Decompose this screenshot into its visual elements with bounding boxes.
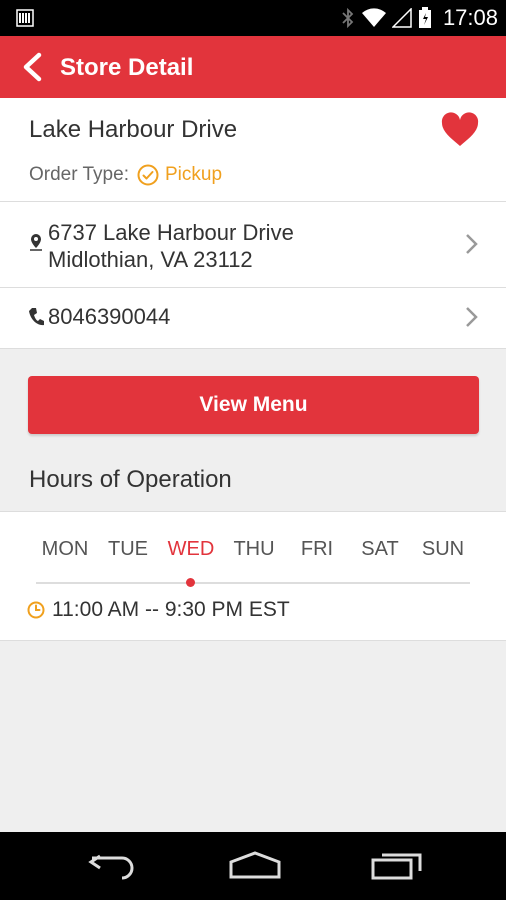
store-card: Lake Harbour Drive Order Type: Pickup 67… (0, 98, 506, 349)
location-pin-icon (30, 234, 42, 251)
bluetooth-icon (342, 7, 354, 29)
nav-back-icon[interactable] (88, 850, 138, 880)
selected-day-indicator (186, 578, 195, 587)
hours-card: MON TUE WED THU FRI SAT SUN 11:00 AM -- … (0, 511, 506, 641)
day-tab-thu[interactable]: THU (225, 538, 283, 561)
battery-icon (419, 7, 431, 28)
signal-icon (392, 8, 412, 28)
phone-icon (29, 308, 44, 326)
app-bar: Store Detail (0, 36, 506, 98)
status-bar: 17:08 (0, 0, 506, 36)
wifi-icon (362, 8, 386, 27)
day-tab-tue[interactable]: TUE (99, 538, 157, 561)
day-selector: MON TUE WED THU FRI SAT SUN (36, 538, 472, 561)
address-line-1: 6737 Lake Harbour Drive (48, 220, 294, 245)
day-track (36, 582, 470, 584)
store-name: Lake Harbour Drive (29, 116, 238, 143)
phone-row[interactable]: 8046390044 (0, 288, 506, 346)
page-title: Store Detail (60, 54, 194, 81)
chevron-right-icon (466, 307, 478, 327)
order-type-label: Order Type: (29, 164, 129, 185)
day-tab-fri[interactable]: FRI (288, 538, 346, 561)
address-row[interactable]: 6737 Lake Harbour Drive Midlothian, VA 2… (0, 201, 506, 287)
order-type-value: Pickup (164, 164, 223, 185)
address-text: 6737 Lake Harbour Drive Midlothian, VA 2… (48, 219, 294, 273)
system-nav-bar (0, 832, 506, 900)
hours-heading: Hours of Operation (29, 466, 232, 493)
sim-card-icon (16, 9, 34, 27)
nav-recents-icon[interactable] (370, 850, 424, 880)
hours-line: 11:00 AM -- 9:30 PM EST (27, 598, 290, 622)
order-type: Order Type: Pickup (29, 164, 222, 186)
view-menu-button[interactable]: View Menu (28, 376, 479, 434)
day-tab-sun[interactable]: SUN (414, 538, 472, 561)
day-tab-mon[interactable]: MON (36, 538, 94, 561)
day-tab-wed[interactable]: WED (162, 538, 220, 561)
heart-icon[interactable] (440, 110, 480, 150)
back-button[interactable] (14, 49, 50, 85)
back-arrow-icon (23, 52, 42, 82)
check-circle-icon (137, 164, 159, 186)
phone-number: 8046390044 (48, 304, 171, 329)
chevron-right-icon (466, 234, 478, 254)
hours-time-range: 11:00 AM -- 9:30 PM EST (52, 598, 290, 621)
day-tab-sat[interactable]: SAT (351, 538, 409, 561)
nav-home-icon[interactable] (228, 850, 282, 880)
address-line-2: Midlothian, VA 23112 (48, 247, 253, 272)
clock-time: 17:08 (442, 5, 498, 30)
clock-icon (27, 601, 45, 619)
